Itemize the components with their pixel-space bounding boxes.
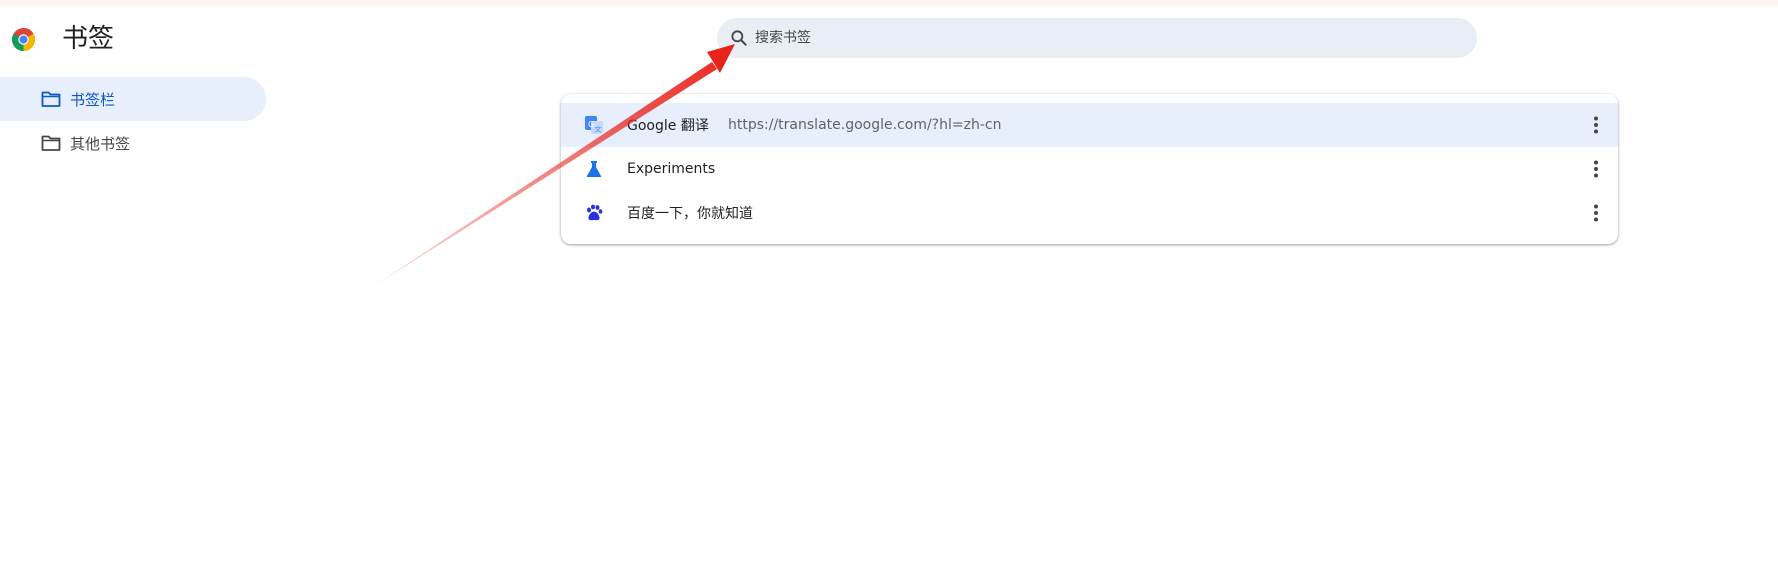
bookmark-list: G 文 Google 翻译 https://translate.google.c… [561, 94, 1618, 244]
sidebar: 书签栏 其他书签 [0, 77, 266, 165]
baidu-paw-icon [587, 204, 603, 221]
search-icon [731, 30, 747, 46]
bookmark-row-experiments[interactable]: Experiments [561, 147, 1618, 191]
bookmark-title: 百度一下，你就知道 [627, 206, 753, 222]
google-translate-icon: G 文 [585, 116, 603, 134]
svg-text:G: G [588, 120, 594, 129]
more-options-icon[interactable] [1584, 113, 1608, 137]
folder-icon [41, 135, 61, 151]
search-input[interactable] [755, 24, 1455, 52]
folder-icon [41, 91, 61, 107]
flask-icon [586, 161, 602, 177]
bookmark-title: Google 翻译 [627, 118, 709, 134]
sidebar-item-bookmarks-bar[interactable]: 书签栏 [0, 77, 266, 121]
svg-text:文: 文 [595, 125, 602, 134]
bookmark-row-google-translate[interactable]: G 文 Google 翻译 https://translate.google.c… [561, 103, 1618, 147]
sidebar-item-label: 书签栏 [70, 90, 116, 109]
search-box[interactable] [717, 18, 1477, 58]
more-options-icon[interactable] [1584, 157, 1608, 181]
bookmarks-page: 书签 书签栏 其他书签 [0, 0, 1778, 562]
sidebar-item-other-bookmarks[interactable]: 其他书签 [0, 121, 266, 165]
annotation-arrow [374, 44, 735, 286]
bookmark-row-baidu[interactable]: 百度一下，你就知道 [561, 191, 1618, 235]
chrome-logo-icon [12, 28, 35, 51]
page-title: 书签 [62, 24, 115, 54]
bookmark-title: Experiments [627, 161, 716, 177]
bookmark-url: https://translate.google.com/?hl=zh-cn [728, 117, 1002, 133]
sidebar-item-label: 其他书签 [70, 134, 131, 153]
top-strip [0, 0, 1778, 6]
more-options-icon[interactable] [1584, 201, 1608, 225]
